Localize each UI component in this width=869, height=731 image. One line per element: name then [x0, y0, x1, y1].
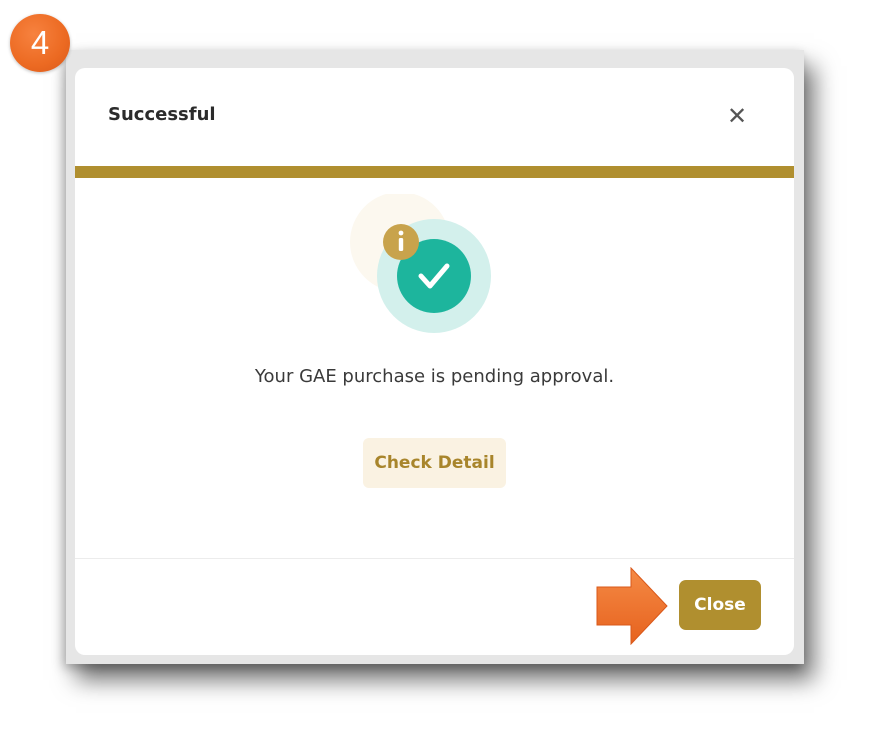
tutorial-screenshot: 4 Successful ✕ Your GAE purchase is pend… [0, 0, 869, 731]
dialog-title: Successful [108, 104, 216, 125]
screenshot-frame: Successful ✕ Your GAE purchase is pendin… [66, 50, 804, 664]
close-button[interactable]: Close [679, 580, 761, 630]
step-number-badge: 4 [10, 14, 70, 72]
header-accent-bar [75, 166, 794, 178]
dialog-header: Successful ✕ [75, 68, 794, 166]
success-dialog: Successful ✕ Your GAE purchase is pendin… [75, 68, 794, 655]
status-message: Your GAE purchase is pending approval. [254, 366, 615, 387]
footer-divider [75, 558, 794, 559]
close-icon[interactable]: ✕ [723, 102, 751, 130]
info-icon-stem [398, 238, 404, 251]
info-icon-dot [398, 230, 404, 236]
status-illustration [350, 194, 491, 333]
arrow-right-icon [596, 567, 668, 645]
check-detail-button[interactable]: Check Detail [363, 438, 506, 488]
